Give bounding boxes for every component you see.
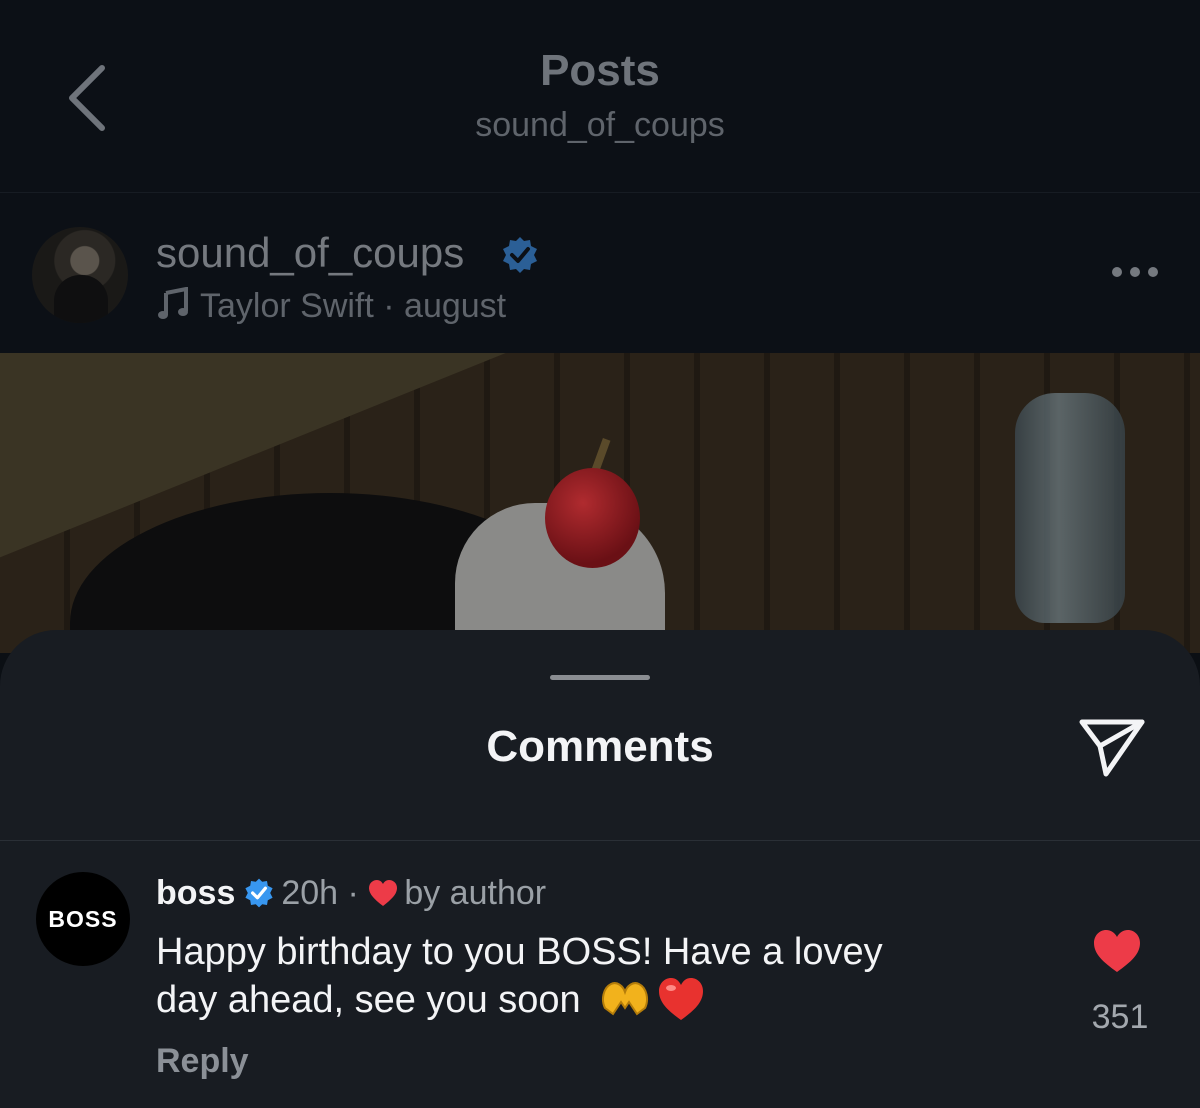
- verified-badge-icon: [245, 878, 273, 908]
- music-label: Taylor Swift · august: [200, 287, 507, 325]
- post-image: [0, 353, 1200, 653]
- comment-meta: boss 20h · by author: [156, 874, 546, 913]
- comments-sheet: Comments BOSS boss 20h · by author Happy…: [0, 630, 1200, 1108]
- like-count: 351: [1091, 998, 1149, 1036]
- post-header: sound_of_coups Taylor Swift · august: [0, 193, 1200, 353]
- page-title: Posts: [540, 46, 660, 95]
- meta-separator: ·: [347, 874, 359, 912]
- like-heart-icon[interactable]: [1092, 928, 1142, 974]
- dimmed-background: Posts sound_of_coups sound_of_coups Tayl…: [0, 0, 1200, 653]
- comment-text: Happy birthday to you BOSS! Have a lovey…: [156, 928, 1036, 1024]
- page-subtitle: sound_of_coups: [475, 106, 725, 144]
- comments-title: Comments: [486, 722, 714, 771]
- red-heart-emoji-icon: [659, 978, 704, 1020]
- comment-avatar[interactable]: BOSS: [36, 872, 130, 966]
- post-avatar[interactable]: [32, 227, 128, 323]
- comment-text-line1: Happy birthday to you BOSS! Have a lovey: [156, 931, 883, 973]
- liked-by-author-label: by author: [404, 874, 547, 912]
- music-note-icon: [158, 287, 188, 319]
- verified-badge-icon: [503, 237, 537, 273]
- post-username[interactable]: sound_of_coups: [156, 229, 464, 277]
- post-music[interactable]: Taylor Swift · august: [156, 287, 506, 326]
- share-send-icon[interactable]: [1076, 714, 1148, 780]
- divider: [0, 840, 1200, 841]
- reply-button[interactable]: Reply: [156, 1042, 249, 1081]
- comment-time: 20h: [281, 874, 339, 912]
- liked-by-author-heart-icon: [369, 880, 398, 906]
- comment-username[interactable]: boss: [156, 874, 235, 912]
- sheet-drag-handle[interactable]: [550, 675, 650, 680]
- more-options-icon[interactable]: [1110, 263, 1160, 281]
- heart-hands-emoji-icon: [602, 982, 649, 1016]
- top-nav: Posts sound_of_coups: [0, 0, 1200, 192]
- comment-text-line2: day ahead, see you soon: [156, 979, 581, 1021]
